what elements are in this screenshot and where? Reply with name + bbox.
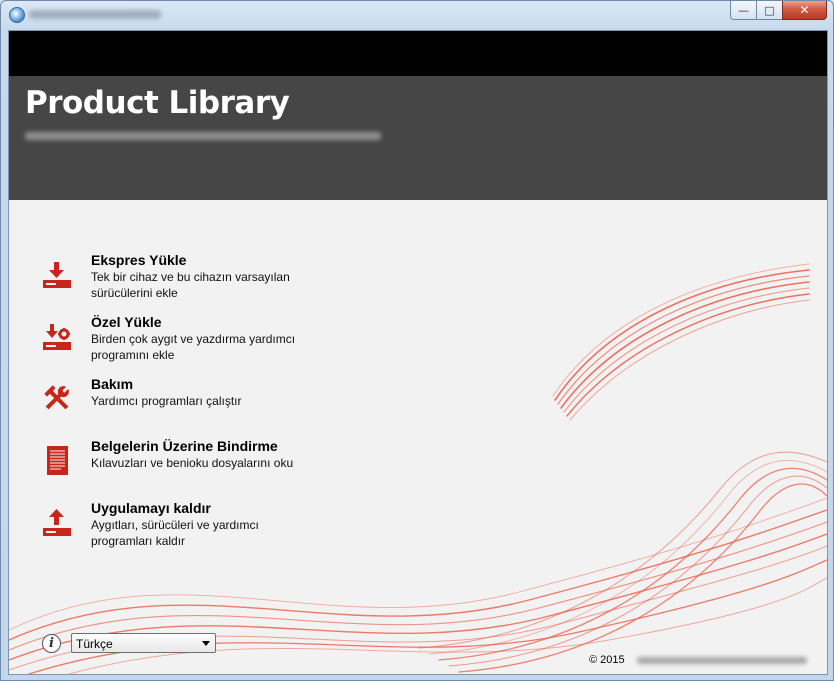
menu-item-description: Birden çok aygıt ve yazdırma yardımcı pr… bbox=[91, 332, 296, 362]
menu-item-title: Ekspres Yükle bbox=[91, 252, 187, 268]
copyright-text: © 2015 bbox=[589, 654, 625, 666]
client-area: Product Library Ekspres Yükle Tek bir ci… bbox=[8, 30, 828, 675]
caption-buttons: — □ ✕ bbox=[730, 1, 827, 21]
language-select[interactable]: Türkçe bbox=[71, 633, 216, 653]
window-title-redacted bbox=[29, 10, 161, 19]
menu-item-uninstall[interactable]: Uygulamayı kaldır Aygıtları, sürücüleri … bbox=[33, 500, 363, 556]
globe-icon bbox=[9, 7, 25, 23]
menu-item-description: Aygıtları, sürücüleri ve yardımcı progra… bbox=[91, 518, 259, 548]
document-icon bbox=[47, 446, 68, 475]
menu-item-documents[interactable]: Belgelerin Üzerine Bindirme Kılavuzları … bbox=[33, 438, 363, 494]
header-bar bbox=[9, 31, 827, 76]
application-window: — □ ✕ Product Library Ekspres Yükle Tek … bbox=[0, 0, 834, 681]
page-title: Product Library bbox=[25, 85, 290, 121]
menu-item-express-install[interactable]: Ekspres Yükle Tek bir cihaz ve bu cihazı… bbox=[33, 252, 363, 308]
company-name-redacted bbox=[637, 657, 807, 664]
menu-item-description: Yardımcı programları çalıştır bbox=[91, 394, 242, 408]
language-select-value: Türkçe bbox=[76, 637, 113, 651]
menu-item-title: Uygulamayı kaldır bbox=[91, 500, 211, 516]
tools-icon bbox=[44, 385, 69, 410]
menu-item-custom-install[interactable]: Özel Yükle Birden çok aygıt ve yazdırma … bbox=[33, 314, 363, 370]
maximize-button[interactable]: □ bbox=[756, 1, 782, 20]
menu-item-maintenance[interactable]: Bakım Yardımcı programları çalıştır bbox=[33, 376, 363, 432]
download-icon bbox=[43, 262, 71, 288]
title-bar[interactable]: — □ ✕ bbox=[1, 1, 833, 29]
menu-item-title: Belgelerin Üzerine Bindirme bbox=[91, 438, 278, 454]
menu-item-description: Tek bir cihaz ve bu cihazın varsayılan s… bbox=[91, 270, 290, 300]
menu-item-description: Kılavuzları ve benioku dosyalarını oku bbox=[91, 456, 294, 470]
chevron-down-icon bbox=[202, 641, 210, 646]
main-content: Ekspres Yükle Tek bir cihaz ve bu cihazı… bbox=[9, 200, 827, 674]
menu-item-title: Bakım bbox=[91, 376, 134, 392]
custom-install-icon bbox=[43, 324, 71, 350]
close-button[interactable]: ✕ bbox=[782, 1, 827, 20]
menu-item-title: Özel Yükle bbox=[91, 314, 162, 330]
minimize-button[interactable]: — bbox=[730, 1, 756, 20]
info-icon[interactable]: i bbox=[42, 634, 61, 653]
banner: Product Library bbox=[9, 76, 827, 200]
banner-subtitle-redacted bbox=[25, 132, 381, 140]
uninstall-icon bbox=[43, 509, 71, 536]
